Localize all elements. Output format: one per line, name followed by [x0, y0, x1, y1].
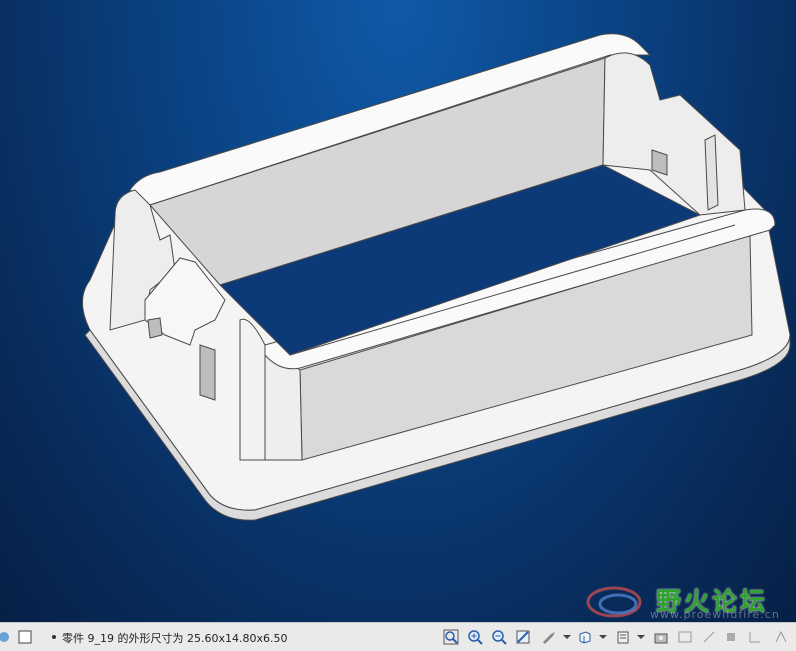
datum-points-button[interactable]	[722, 628, 740, 646]
layers-button[interactable]	[614, 628, 632, 646]
chevron-down-icon	[637, 635, 645, 639]
message-log-icon[interactable]	[0, 629, 16, 645]
zoom-in-button[interactable]	[466, 628, 484, 646]
graphics-viewport[interactable]: 野火论坛 www.proewildfire.cn	[0, 0, 796, 622]
datum-points-icon	[727, 633, 735, 641]
chevron-down-icon	[599, 635, 607, 639]
view-orient-icon	[579, 631, 591, 644]
annotation-button[interactable]	[772, 628, 790, 646]
status-bar: 零件 9_19 的外形尺寸为 25.60x14.80x6.50	[0, 622, 796, 651]
spin-center-dropdown[interactable]	[558, 628, 576, 646]
status-message: 零件 9_19 的外形尺寸为 25.60x14.80x6.50	[62, 632, 288, 645]
saved-views-icon	[654, 633, 668, 644]
part-model[interactable]	[0, 0, 796, 622]
zoom-out-button[interactable]	[490, 628, 508, 646]
watermark-url: www.proewildfire.cn	[650, 608, 780, 621]
near-corner-post	[239, 318, 266, 461]
zoom-out-icon	[492, 630, 507, 645]
repaint-icon	[516, 630, 530, 644]
annotation-icon	[775, 630, 787, 643]
zoom-fit-button[interactable]	[442, 628, 460, 646]
layers-dropdown[interactable]	[632, 628, 650, 646]
spin-center-icon	[543, 632, 555, 644]
layers-icon	[617, 631, 629, 644]
csys-icon	[749, 632, 760, 643]
datum-planes-button[interactable]	[676, 628, 694, 646]
repaint-button[interactable]	[514, 628, 532, 646]
view-orient-button[interactable]	[576, 628, 594, 646]
status-bullet	[52, 635, 56, 639]
left-clip-slot	[199, 344, 216, 401]
datum-axes-button[interactable]	[700, 628, 718, 646]
zoom-fit-icon	[443, 629, 459, 645]
left-clip-slot-2	[147, 317, 163, 339]
right-slot	[651, 149, 668, 176]
watermark: 野火论坛 www.proewildfire.cn	[584, 582, 796, 622]
saved-views-button[interactable]	[652, 628, 670, 646]
datum-display-icon	[678, 631, 692, 643]
datum-axes-icon	[703, 631, 715, 643]
watermark-logo-icon	[586, 586, 642, 618]
spin-center-button[interactable]	[540, 628, 558, 646]
csys-button[interactable]	[746, 628, 764, 646]
window-toggle-icon[interactable]	[17, 629, 33, 645]
view-orient-dropdown[interactable]	[594, 628, 612, 646]
zoom-in-icon	[468, 630, 483, 645]
chevron-down-icon	[563, 635, 571, 639]
